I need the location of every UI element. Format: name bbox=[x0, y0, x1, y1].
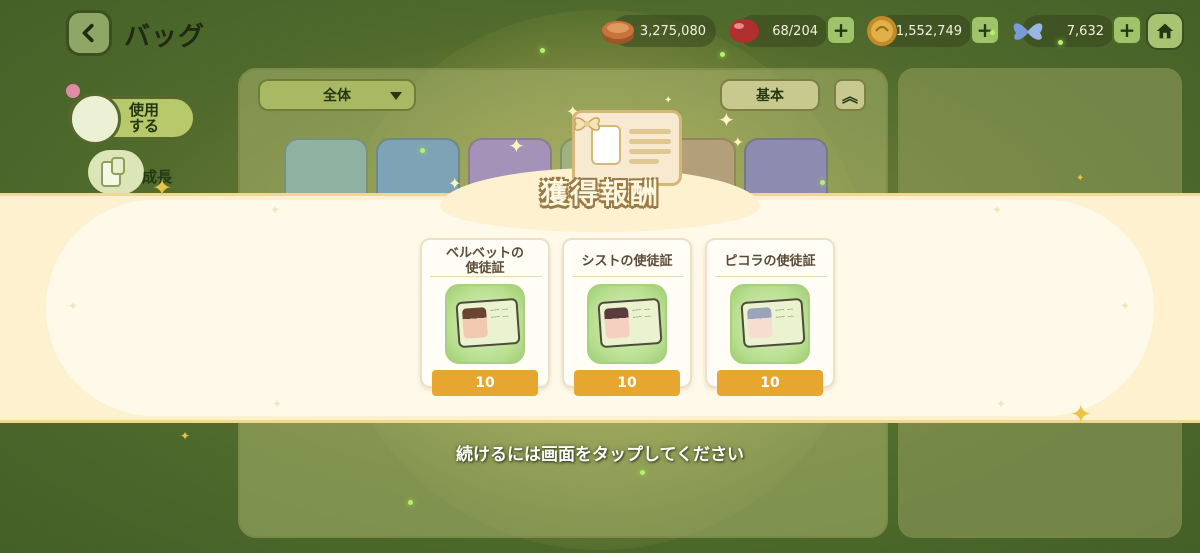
chest-icon bbox=[69, 93, 121, 145]
glow-dot bbox=[820, 180, 825, 185]
sidebar-item-label: 使用 する bbox=[129, 101, 160, 135]
reward-item-count: 10 bbox=[717, 370, 823, 396]
sparkle-icon: ✦ bbox=[996, 397, 1007, 411]
portrait-icon bbox=[746, 307, 773, 339]
page-title: バッグ bbox=[124, 22, 206, 52]
pass-text-decoration: ~~~ ~~ ~~~ ~~ bbox=[774, 306, 794, 321]
back-button[interactable] bbox=[66, 10, 112, 56]
red-gem-icon bbox=[729, 19, 759, 43]
reward-title: 獲得報酬 bbox=[539, 177, 660, 210]
butterfly-icon bbox=[1013, 23, 1043, 40]
glow-dot bbox=[640, 470, 645, 475]
caret-down-icon bbox=[390, 92, 402, 100]
sparkle-icon: ✦ bbox=[180, 429, 191, 443]
reward-item-image: ~~~ ~~ ~~~ ~~ bbox=[587, 284, 667, 364]
reward-card[interactable]: ピコラの使徒証 ~~~ ~~ ~~~ ~~ 10 bbox=[705, 238, 835, 396]
portrait-icon bbox=[603, 307, 630, 339]
divider bbox=[715, 276, 827, 277]
reward-item-name: シストの使徒証 bbox=[581, 254, 673, 269]
text-line bbox=[629, 149, 671, 154]
pass-text-decoration: ~~~ ~~ ~~~ ~~ bbox=[489, 306, 509, 321]
sparkle-icon: ✦ bbox=[732, 135, 744, 151]
filter-dropdown[interactable]: 全体 bbox=[258, 79, 416, 111]
resource-coin-stack: 3,275,080 bbox=[602, 15, 716, 47]
sparkle-icon: ✦ bbox=[992, 203, 1003, 217]
glow-dot bbox=[420, 148, 425, 153]
add-red-gem-button[interactable]: + bbox=[826, 15, 856, 45]
glow-dot bbox=[1058, 40, 1063, 45]
sidebar-item-growth[interactable] bbox=[88, 150, 144, 194]
reward-card[interactable]: シストの使徒証 ~~~ ~~ ~~~ ~~ 10 bbox=[562, 238, 692, 396]
resource-value: 68/204 bbox=[772, 23, 818, 39]
home-icon bbox=[1156, 23, 1174, 39]
sparkle-icon: ✦ bbox=[718, 108, 735, 132]
text-line bbox=[629, 129, 671, 134]
sparkle-icon: ✦ bbox=[448, 174, 462, 193]
pass-card-icon: ~~~ ~~ ~~~ ~~ bbox=[455, 297, 521, 349]
chevron-left-icon bbox=[82, 23, 94, 43]
home-button[interactable] bbox=[1146, 12, 1184, 50]
glow-dot bbox=[540, 48, 545, 53]
reward-item-image: ~~~ ~~ ~~~ ~~ bbox=[445, 284, 525, 364]
pass-card-icon: ~~~ ~~ ~~~ ~~ bbox=[597, 297, 663, 349]
reward-item-name: ピコラの使徒証 bbox=[724, 254, 816, 269]
resource-value: 1,552,749 bbox=[895, 23, 962, 39]
glow-dot bbox=[990, 30, 995, 35]
sparkle-icon: ✦ bbox=[664, 95, 673, 106]
tap-to-continue-hint: 続けるには画面をタップしてください bbox=[456, 445, 744, 465]
item-slot[interactable] bbox=[744, 138, 828, 198]
pass-card-icon: ~~~ ~~ ~~~ ~~ bbox=[740, 297, 806, 349]
sidebar-item-use[interactable]: 使用 する bbox=[68, 93, 196, 145]
sparkle-icon: ✦ bbox=[1120, 299, 1131, 313]
scroll-icon bbox=[101, 157, 125, 187]
sparkle-icon: ✦ bbox=[152, 174, 173, 202]
add-butterfly-button[interactable]: + bbox=[1112, 15, 1142, 45]
resource-butterfly: 7,632 bbox=[1013, 15, 1114, 47]
coin-stack-icon bbox=[602, 21, 634, 44]
resource-value: 7,632 bbox=[1066, 23, 1104, 39]
filter-value: 全体 bbox=[323, 88, 351, 104]
sparkle-icon: ✦ bbox=[1070, 400, 1092, 430]
glow-dot bbox=[720, 52, 725, 57]
reward-item-count: 10 bbox=[574, 370, 680, 396]
divider bbox=[430, 276, 542, 277]
sparkle-icon: ✦ bbox=[566, 102, 580, 121]
pass-text-decoration: ~~~ ~~ ~~~ ~~ bbox=[631, 306, 651, 321]
sparkle-icon: ✦ bbox=[272, 397, 283, 411]
sort-button[interactable]: 基本 bbox=[720, 79, 820, 111]
double-chevron-up-icon[interactable]: ︽ bbox=[834, 79, 866, 111]
reward-item-count: 10 bbox=[432, 370, 538, 396]
sparkle-icon: ✦ bbox=[1076, 173, 1085, 184]
reward-item-name: ベルベットの 使徒証 bbox=[445, 246, 524, 276]
item-slot[interactable] bbox=[284, 138, 368, 198]
add-gold-coin-button[interactable]: + bbox=[970, 15, 1000, 45]
sort-value: 基本 bbox=[756, 88, 784, 104]
flower-icon bbox=[66, 84, 80, 98]
divider bbox=[572, 276, 684, 277]
sparkle-icon: ✦ bbox=[508, 134, 525, 158]
glow-dot bbox=[408, 500, 413, 505]
resource-value: 3,275,080 bbox=[639, 23, 706, 39]
resource-red-gem: 68/204 bbox=[729, 15, 828, 47]
reward-card[interactable]: ベルベットの 使徒証 ~~~ ~~ ~~~ ~~ 10 bbox=[420, 238, 550, 396]
sparkle-icon: ✦ bbox=[68, 299, 79, 313]
resource-gold-coin: 1,552,749 bbox=[867, 15, 972, 47]
text-line bbox=[629, 139, 671, 144]
reward-item-image: ~~~ ~~ ~~~ ~~ bbox=[730, 284, 810, 364]
portrait-icon bbox=[461, 307, 488, 339]
gold-coin-icon bbox=[867, 16, 897, 46]
sparkle-icon: ✦ bbox=[270, 203, 281, 217]
text-line bbox=[629, 159, 659, 164]
